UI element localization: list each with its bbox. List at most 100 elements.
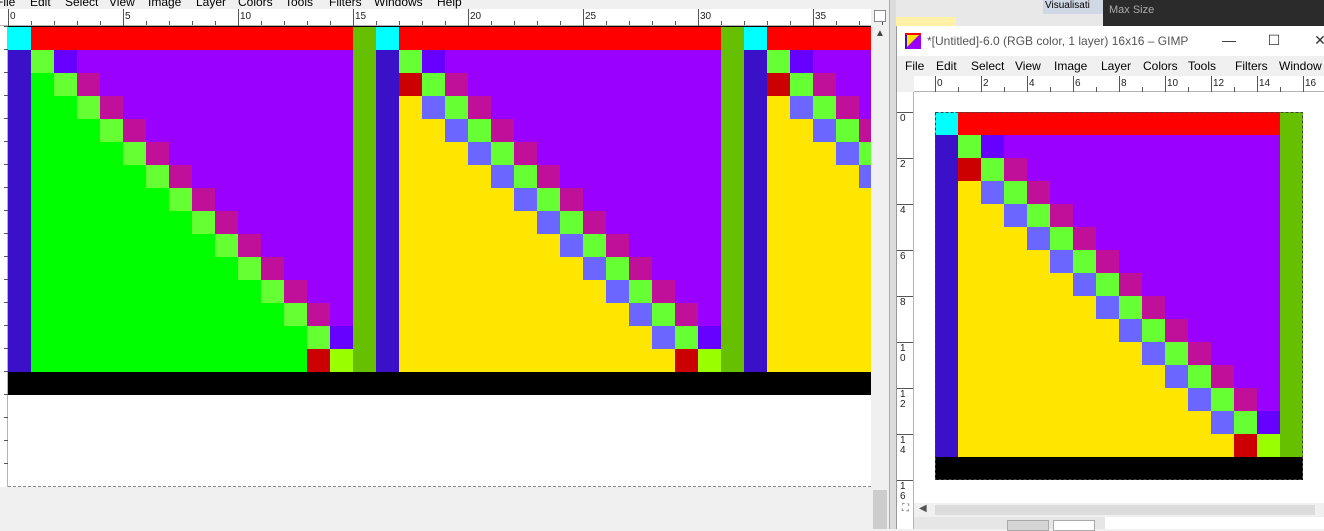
diagonal-magenta — [100, 96, 123, 119]
black-row — [935, 457, 1303, 480]
triangle-fill — [31, 303, 284, 326]
diagonal-magenta — [1050, 204, 1073, 227]
diagonal-blue — [1119, 319, 1142, 342]
diagonal-green — [284, 303, 307, 326]
ruler-label: 0 — [900, 113, 906, 124]
right-canvas-image[interactable] — [935, 112, 1303, 480]
diagonal-green — [1050, 227, 1073, 250]
right-menu-layer[interactable]: Layer — [1101, 59, 1131, 73]
right-menu-window[interactable]: Window — [1279, 59, 1322, 73]
red-row — [8, 27, 376, 50]
diagonal-blue — [514, 188, 537, 211]
diagonal-magenta — [652, 280, 675, 303]
zoom-selector[interactable] — [1053, 520, 1095, 531]
lime-pixel — [330, 349, 353, 372]
minimize-icon[interactable]: — — [1218, 30, 1240, 50]
unit-selector[interactable] — [1007, 520, 1049, 531]
left-menu-windows[interactable]: Windows — [374, 0, 423, 9]
right-menu-tools[interactable]: Tools — [1188, 59, 1216, 73]
left-canvas-tiles[interactable] — [8, 26, 871, 487]
left-menu-view[interactable]: View — [109, 0, 135, 9]
ruler-label: 1 2 — [900, 389, 906, 410]
diagonal-green — [261, 280, 284, 303]
left-scrollbar-thumb[interactable] — [873, 490, 887, 529]
background-highlight — [896, 17, 956, 26]
triangle-fill — [958, 411, 1234, 434]
ruler-tick — [897, 296, 913, 297]
title-bar[interactable]: *[Untitled]-6.0 (RGB color, 1 layer) 16x… — [897, 26, 1324, 56]
diagonal-blue — [629, 303, 652, 326]
ruler-tick — [399, 21, 400, 25]
right-menu-file[interactable]: File — [905, 59, 924, 73]
triangle-fill — [31, 280, 261, 303]
right-menu-colors[interactable]: Colors — [1143, 59, 1178, 73]
left-menu-edit[interactable]: Edit — [30, 0, 51, 9]
ruler-corner[interactable] — [897, 76, 914, 92]
diagonal-blue — [606, 280, 629, 303]
left-menu-layer[interactable]: Layer — [196, 0, 226, 9]
background-tab[interactable]: Visualisati — [1043, 0, 1105, 14]
diagonal-green — [675, 326, 698, 349]
ruler-tick — [376, 21, 377, 25]
diagonal-green — [1027, 204, 1050, 227]
diagonal-blue — [1188, 388, 1211, 411]
triangle-fill — [767, 326, 871, 349]
left-canvas[interactable] — [8, 26, 871, 487]
ruler-tick — [813, 9, 814, 26]
triangle-fill — [31, 142, 123, 165]
ruler-tick — [261, 21, 262, 25]
gimp-image-window: *[Untitled]-6.0 (RGB color, 1 layer) 16x… — [896, 26, 1324, 531]
ruler-tick — [31, 21, 32, 25]
scroll-up-icon[interactable]: ▲ — [874, 28, 886, 40]
diagonal-blue — [491, 165, 514, 188]
diagonal-green — [981, 158, 1004, 181]
diagonal-magenta — [307, 303, 330, 326]
triangle-fill — [31, 326, 307, 349]
left-menubar: File Edit Select View Image Layer Colors Tools F… — [0, 0, 889, 9]
navigate-icon[interactable]: ⛶ — [897, 503, 914, 529]
left-menu-colors[interactable]: Colors — [238, 0, 273, 9]
close-icon[interactable]: ✕ — [1309, 30, 1324, 50]
ruler-label: 0 — [937, 78, 943, 89]
ruler-tick — [897, 204, 913, 205]
triangle-fill — [958, 296, 1119, 319]
right-menu-image[interactable]: Image — [1054, 59, 1087, 73]
maximize-icon[interactable]: ☐ — [1263, 30, 1285, 50]
left-menu-image[interactable]: Image — [148, 0, 181, 9]
violet-pixel — [698, 326, 721, 349]
scroll-left-icon[interactable]: ◀ — [919, 503, 927, 514]
diagonal-magenta — [468, 96, 491, 119]
right-scrollbar-thumb[interactable] — [935, 505, 1315, 515]
diagonal-green — [468, 119, 491, 142]
cyan-corner — [376, 27, 399, 50]
triangle-fill — [399, 211, 560, 234]
ruler-label: 8 — [900, 297, 906, 308]
left-menu-select[interactable]: Select — [65, 0, 98, 9]
right-menu-select[interactable]: Select — [971, 59, 1004, 73]
ruler-tick — [935, 76, 936, 92]
ruler-label: 10 — [240, 11, 252, 22]
triangle-fill — [399, 303, 652, 326]
left-menu-help[interactable]: Help — [437, 0, 462, 9]
diagonal-magenta — [284, 280, 307, 303]
left-menu-tools[interactable]: Tools — [285, 0, 313, 9]
right-menu-filters[interactable]: Filters — [1235, 59, 1268, 73]
diagonal-green — [491, 142, 514, 165]
triangle-fill — [399, 326, 675, 349]
diagonal-magenta — [790, 50, 813, 73]
left-vertical-scrollbar[interactable] — [871, 26, 889, 529]
diagonal-magenta — [1119, 273, 1142, 296]
navigate-corner-icon[interactable] — [874, 10, 886, 22]
right-menu-edit[interactable]: Edit — [936, 59, 957, 73]
diagonal-green — [514, 165, 537, 188]
right-canvas-area[interactable] — [914, 92, 1324, 503]
diagonal-magenta — [1188, 342, 1211, 365]
red-pixel — [767, 73, 790, 96]
red-row — [376, 27, 744, 50]
ruler-tick — [169, 21, 170, 25]
left-menu-file[interactable]: File — [0, 0, 15, 9]
right-menu-view[interactable]: View — [1015, 59, 1041, 73]
ruler-tick — [652, 21, 653, 25]
ruler-tick — [192, 21, 193, 25]
left-menu-filters[interactable]: Filters — [329, 0, 362, 9]
